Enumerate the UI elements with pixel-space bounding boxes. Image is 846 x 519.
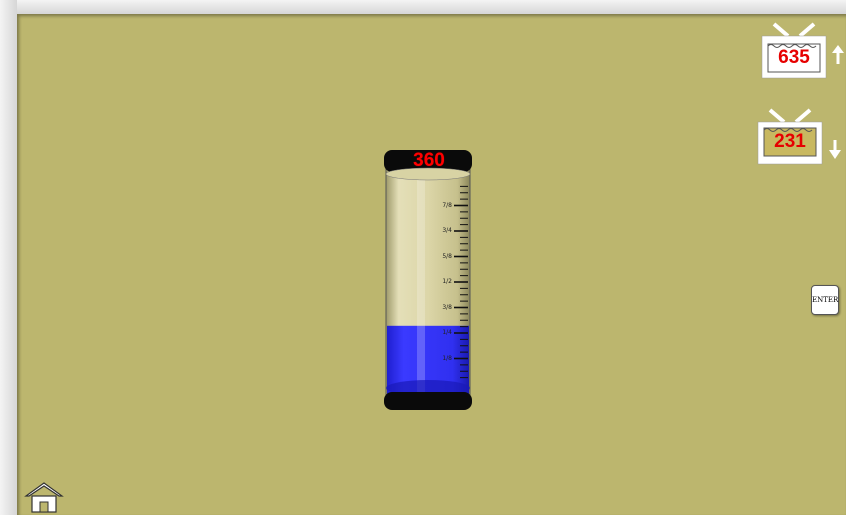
pour-down-button[interactable]: 231 [756, 106, 846, 166]
arrow-down-icon [829, 140, 841, 159]
window-frame-left [0, 0, 17, 515]
tick-label: 3/8 [442, 303, 452, 311]
pour-up-value: 635 [778, 47, 810, 68]
pour-down-value: 231 [774, 131, 806, 152]
pour-up-button[interactable]: 635 [760, 20, 846, 80]
tick-label: 1/8 [442, 354, 452, 362]
enter-button[interactable]: ENTER [811, 285, 839, 315]
tick-label: 1/2 [442, 278, 452, 285]
arrow-up-icon [832, 45, 844, 64]
tick-label: 1/4 [442, 329, 452, 336]
home-icon [24, 482, 64, 513]
graduated-cylinder: 360 1/8 1/4 3/8 1/2 5/8 3/4 7/8 [384, 150, 474, 412]
tick-label: 7/8 [442, 201, 452, 209]
cylinder-graphic [384, 150, 472, 410]
window-frame-top [0, 0, 846, 14]
home-button[interactable] [24, 480, 64, 514]
volume-readout: 360 [413, 150, 445, 171]
tick-label: 5/8 [442, 252, 452, 260]
tick-label: 3/4 [442, 227, 452, 234]
